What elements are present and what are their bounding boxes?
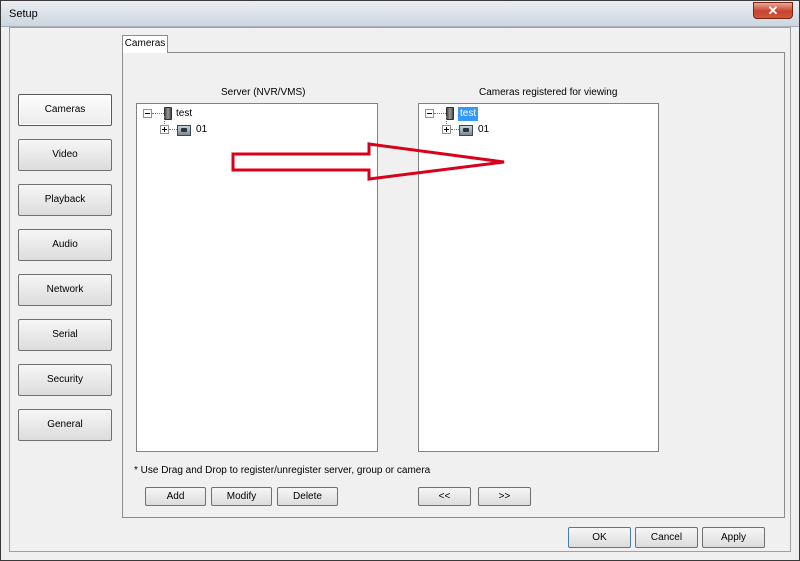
annotation-arrow — [231, 142, 505, 181]
camera-group-icon — [177, 125, 191, 136]
nav-playback-button[interactable]: Playback — [18, 184, 112, 216]
register-button[interactable]: >> — [478, 487, 531, 506]
title-bar[interactable]: Setup ✕ — [1, 1, 799, 27]
tree-node-camera-group[interactable]: 01 — [442, 123, 642, 137]
modify-button[interactable]: Modify — [211, 487, 272, 506]
add-button[interactable]: Add — [145, 487, 206, 506]
nav-audio-button[interactable]: Audio — [18, 229, 112, 261]
close-button[interactable]: ✕ — [753, 2, 793, 19]
nav-general-button[interactable]: General — [18, 409, 112, 441]
tree-node-camera-group[interactable]: 01 — [160, 123, 360, 137]
collapse-icon[interactable] — [143, 109, 152, 118]
server-panel-title: Server (NVR/VMS) — [221, 87, 306, 98]
nav-cameras-button[interactable]: Cameras — [18, 94, 112, 126]
nav-serial-button[interactable]: Serial — [18, 319, 112, 351]
tree-node-label: test — [176, 108, 193, 119]
cancel-button[interactable]: Cancel — [635, 527, 698, 548]
tab-cameras[interactable]: Cameras — [122, 35, 168, 53]
unregister-button[interactable]: << — [418, 487, 471, 506]
tree-node-label: 01 — [196, 124, 208, 135]
close-icon: ✕ — [767, 3, 779, 18]
nav-network-button[interactable]: Network — [18, 274, 112, 306]
apply-button[interactable]: Apply — [702, 527, 765, 548]
camera-group-icon — [459, 125, 473, 136]
collapse-icon[interactable] — [425, 109, 434, 118]
server-icon — [446, 107, 454, 120]
ok-button[interactable]: OK — [568, 527, 631, 548]
tree-node-label-selected: test — [458, 107, 479, 121]
nav-video-button[interactable]: Video — [18, 139, 112, 171]
server-icon — [164, 107, 172, 120]
tree-node-server[interactable]: test — [143, 107, 343, 121]
tree-node-server[interactable]: test — [425, 107, 625, 121]
expand-icon[interactable] — [442, 125, 451, 134]
tree-node-label: 01 — [478, 124, 490, 135]
expand-icon[interactable] — [160, 125, 169, 134]
window-title: Setup — [9, 8, 38, 20]
registered-panel-title: Cameras registered for viewing — [479, 87, 618, 98]
nav-security-button[interactable]: Security — [18, 364, 112, 396]
delete-button[interactable]: Delete — [277, 487, 338, 506]
setup-window: Setup ✕ Cameras Video Playback Audio Net… — [0, 0, 800, 561]
drag-drop-hint: * Use Drag and Drop to register/unregist… — [134, 465, 431, 476]
